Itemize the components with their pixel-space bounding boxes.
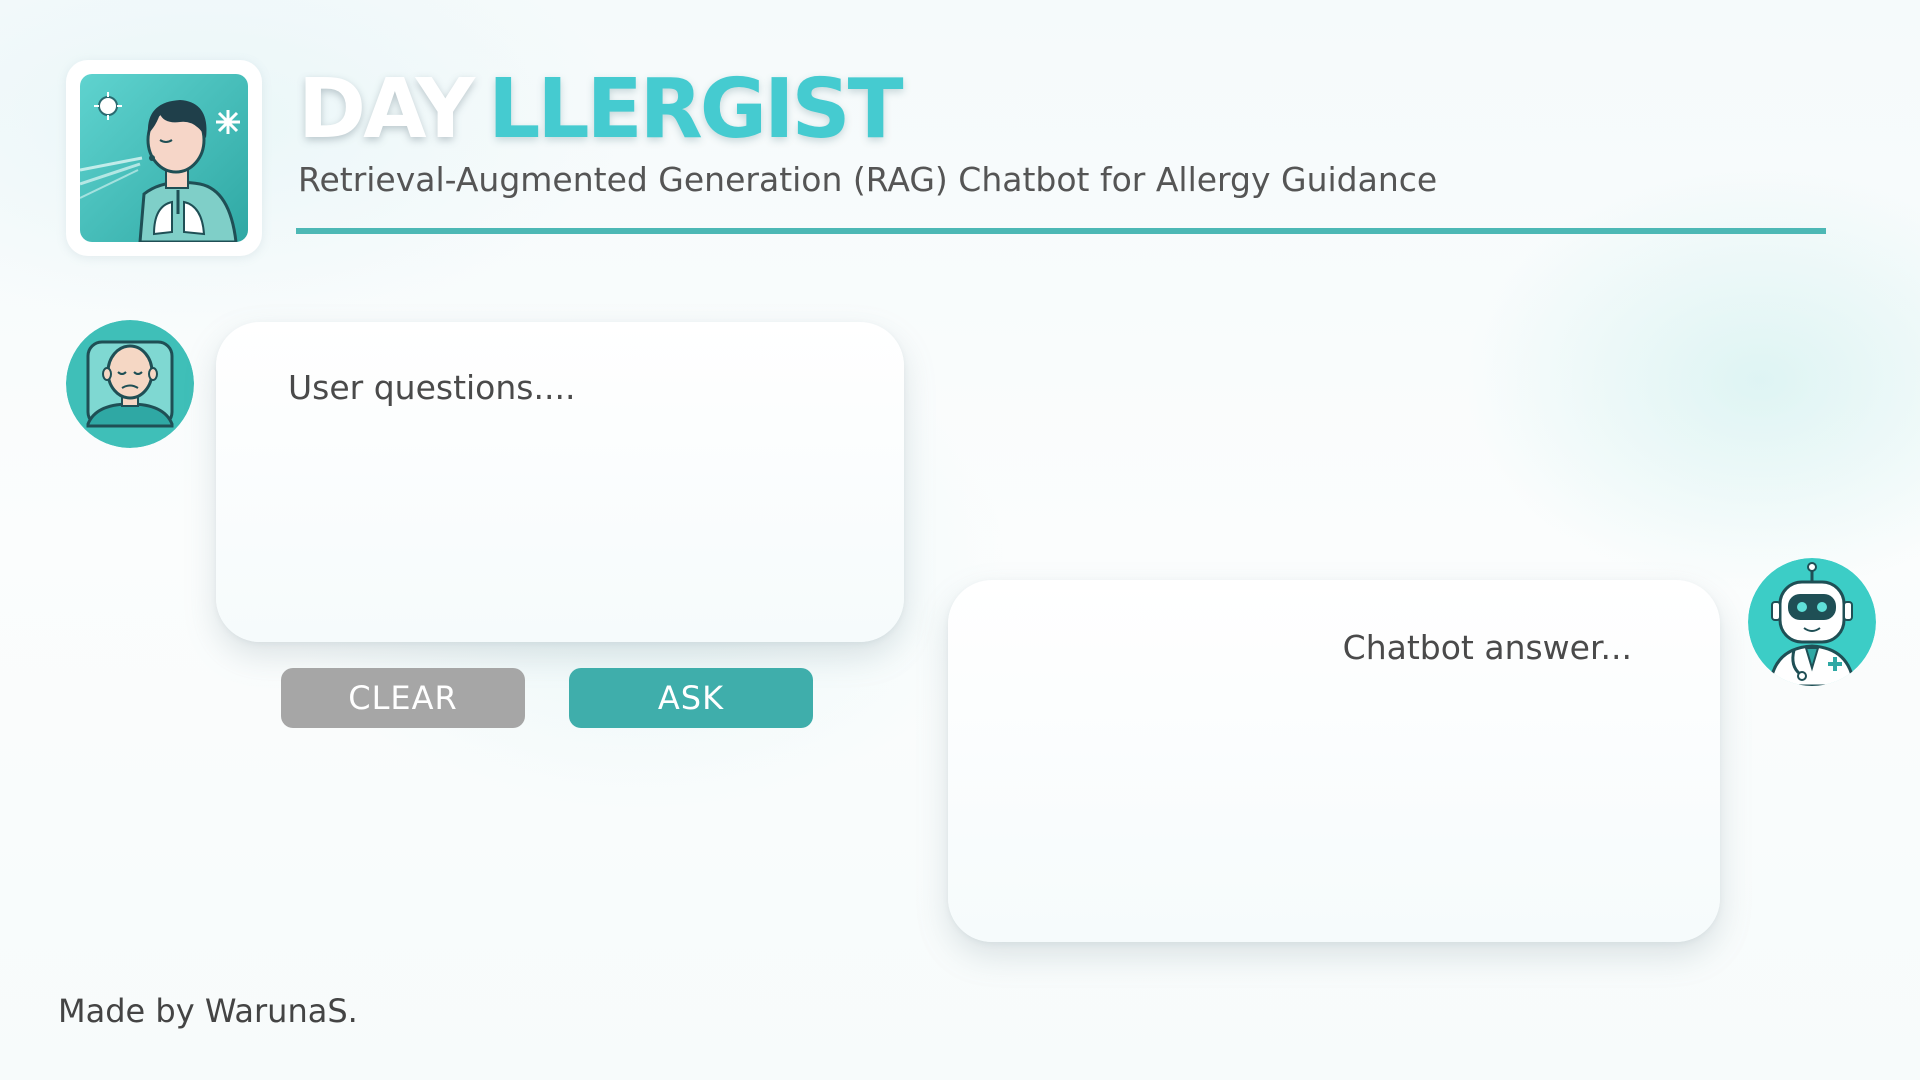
allergy-person-lungs-icon [80, 74, 248, 242]
app-logo [66, 60, 262, 256]
header-divider [296, 228, 1826, 234]
user-question-input[interactable]: User questions.... [216, 322, 904, 642]
footer-credit: Made by WarunaS. [58, 992, 358, 1030]
title-part-llergist: LLERGIST [488, 62, 903, 157]
chatbot-answer-placeholder: Chatbot answer... [1342, 628, 1632, 667]
clear-button[interactable]: CLEAR [281, 668, 525, 728]
doctor-robot-avatar-icon [1748, 558, 1876, 686]
title-part-day: DAY [298, 62, 475, 157]
app-title: DAY LLERGIST [298, 62, 904, 162]
app-subtitle: Retrieval-Augmented Generation (RAG) Cha… [298, 160, 1438, 199]
ask-button[interactable]: ASK [569, 668, 813, 728]
sick-user-avatar-icon [66, 320, 194, 448]
user-question-placeholder: User questions.... [288, 368, 576, 407]
chatbot-answer-output: Chatbot answer... [948, 580, 1720, 942]
